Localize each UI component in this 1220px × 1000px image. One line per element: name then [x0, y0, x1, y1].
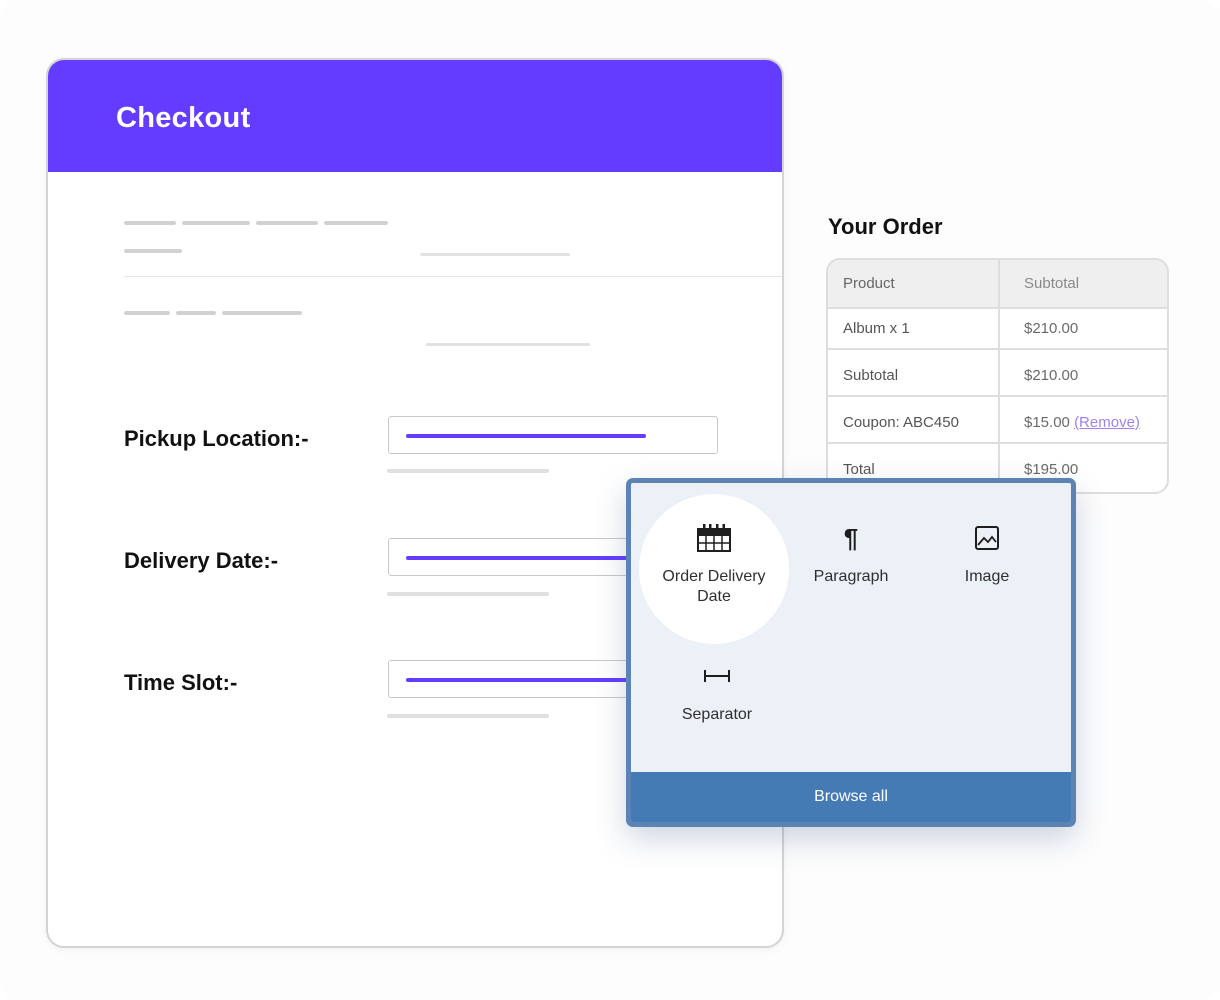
placeholder-line	[256, 221, 318, 225]
checkout-header: Checkout	[48, 60, 782, 172]
placeholder-line	[124, 311, 170, 315]
image-icon	[975, 526, 999, 550]
separator-icon	[704, 670, 730, 682]
order-row-label: Album x 1	[843, 320, 910, 337]
coupon-amount: $15.00	[1024, 414, 1070, 431]
canvas: Checkout Pickup Location:- Delivery Date…	[0, 0, 1220, 1000]
order-row-value: $195.00	[1024, 461, 1079, 478]
block-label: Order Delivery Date	[662, 568, 766, 605]
placeholder-line	[124, 249, 182, 253]
delivery-date-label: Delivery Date:-	[124, 548, 279, 573]
row-divider	[828, 348, 1167, 350]
field-value-line	[406, 678, 646, 682]
remove-coupon-link[interactable]: (Remove)	[1074, 414, 1140, 431]
block-paragraph[interactable]: ¶ Paragraph	[791, 523, 911, 587]
block-order-delivery-date[interactable]: Order Delivery Date	[649, 523, 779, 607]
placeholder-line	[182, 221, 250, 225]
field-hint-line	[387, 714, 549, 718]
placeholder-line	[324, 221, 388, 225]
order-row-value: $210.00	[1024, 320, 1079, 337]
field-hint-line	[387, 469, 549, 473]
field-hint-line	[387, 592, 549, 596]
pickup-location-field[interactable]	[388, 416, 718, 454]
column-header-product: Product	[843, 275, 895, 292]
row-divider	[828, 307, 1167, 309]
order-row-label: Subtotal	[843, 367, 899, 384]
placeholder-line	[222, 311, 302, 315]
pickup-location-label: Pickup Location:-	[124, 426, 309, 451]
row-divider	[828, 442, 1167, 444]
checkout-title: Checkout	[116, 102, 251, 134]
time-slot-label: Time Slot:-	[124, 670, 238, 695]
calendar-icon	[697, 524, 731, 552]
divider	[124, 276, 782, 277]
block-inserter-popup: Order Delivery Date ¶ Paragraph Image Se…	[626, 478, 1076, 827]
block-label: Separator	[681, 706, 753, 723]
order-row-label: Total	[843, 461, 875, 478]
order-row-value: $210.00	[1024, 367, 1079, 384]
browse-all-button[interactable]: Browse all	[631, 772, 1071, 822]
field-value-line	[406, 434, 646, 438]
block-label: Paragraph	[813, 568, 889, 585]
order-row-value: $15.00 (Remove)	[1024, 414, 1140, 431]
block-separator[interactable]: Separator	[652, 661, 782, 725]
column-divider	[998, 260, 1000, 492]
block-label: Image	[964, 568, 1010, 585]
placeholder-line	[420, 253, 570, 256]
block-image[interactable]: Image	[927, 523, 1047, 587]
row-divider	[828, 395, 1167, 397]
order-row-label: Coupon: ABC450	[843, 414, 959, 431]
placeholder-line	[124, 221, 176, 225]
pilcrow-icon: ¶	[843, 523, 859, 553]
column-header-subtotal: Subtotal	[1024, 275, 1080, 292]
order-table: Product Subtotal Album x 1 $210.00 Subto…	[826, 258, 1169, 494]
order-title: Your Order	[828, 214, 943, 239]
placeholder-line	[426, 343, 590, 346]
field-value-line	[406, 556, 646, 560]
placeholder-line	[176, 311, 216, 315]
